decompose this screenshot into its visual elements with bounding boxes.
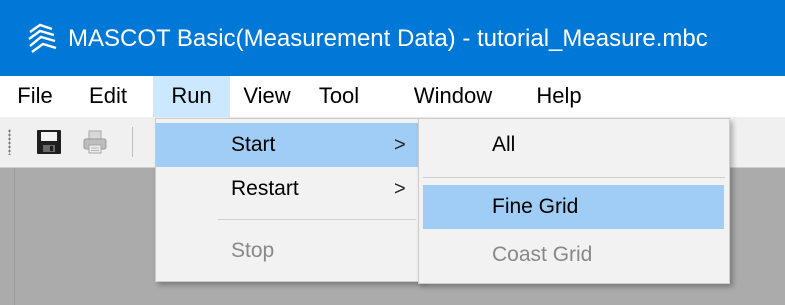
start-submenu-fine-grid-label: Fine Grid: [492, 195, 579, 218]
run-menu: Start > Restart > Stop: [155, 118, 423, 282]
menu-bar: File Edit Run View Tool Window Help: [0, 76, 785, 118]
run-menu-item-start[interactable]: Start >: [156, 123, 422, 167]
menu-edit[interactable]: Edit: [72, 76, 144, 117]
menu-window[interactable]: Window: [393, 76, 513, 117]
run-menu-start-label: Start: [231, 133, 276, 156]
submenu-arrow-icon: >: [394, 178, 406, 200]
menu-file[interactable]: File: [6, 76, 64, 117]
run-menu-restart-label: Restart: [231, 177, 299, 200]
menu-help[interactable]: Help: [521, 76, 597, 117]
save-icon[interactable]: [36, 129, 62, 155]
menu-separator: [423, 177, 725, 178]
start-submenu-coast-grid-label: Coast Grid: [492, 243, 593, 266]
start-submenu-item-coast-grid[interactable]: Coast Grid: [419, 233, 729, 277]
workspace-edge: [14, 168, 15, 305]
mascot-logo-icon: [28, 23, 57, 53]
start-submenu-item-fine-grid[interactable]: Fine Grid: [423, 185, 724, 229]
start-submenu: All Fine Grid Coast Grid: [418, 118, 730, 284]
menu-tool[interactable]: Tool: [305, 76, 373, 117]
toolbar-grip[interactable]: [8, 129, 11, 155]
start-submenu-all-label: All: [492, 133, 516, 156]
submenu-arrow-icon: >: [394, 134, 406, 156]
window-title: MASCOT Basic(Measurement Data) - tutoria…: [68, 25, 708, 52]
start-submenu-item-all[interactable]: All: [419, 123, 729, 167]
run-menu-stop-label: Stop: [231, 239, 275, 262]
toolbar-separator: [132, 127, 133, 157]
run-menu-item-stop[interactable]: Stop: [156, 229, 422, 273]
menu-run[interactable]: Run: [153, 76, 230, 117]
print-icon[interactable]: [82, 129, 108, 155]
menu-view[interactable]: View: [231, 76, 303, 117]
run-menu-item-restart[interactable]: Restart >: [156, 167, 422, 211]
menu-separator: [218, 219, 416, 220]
title-bar: MASCOT Basic(Measurement Data) - tutoria…: [0, 0, 785, 76]
